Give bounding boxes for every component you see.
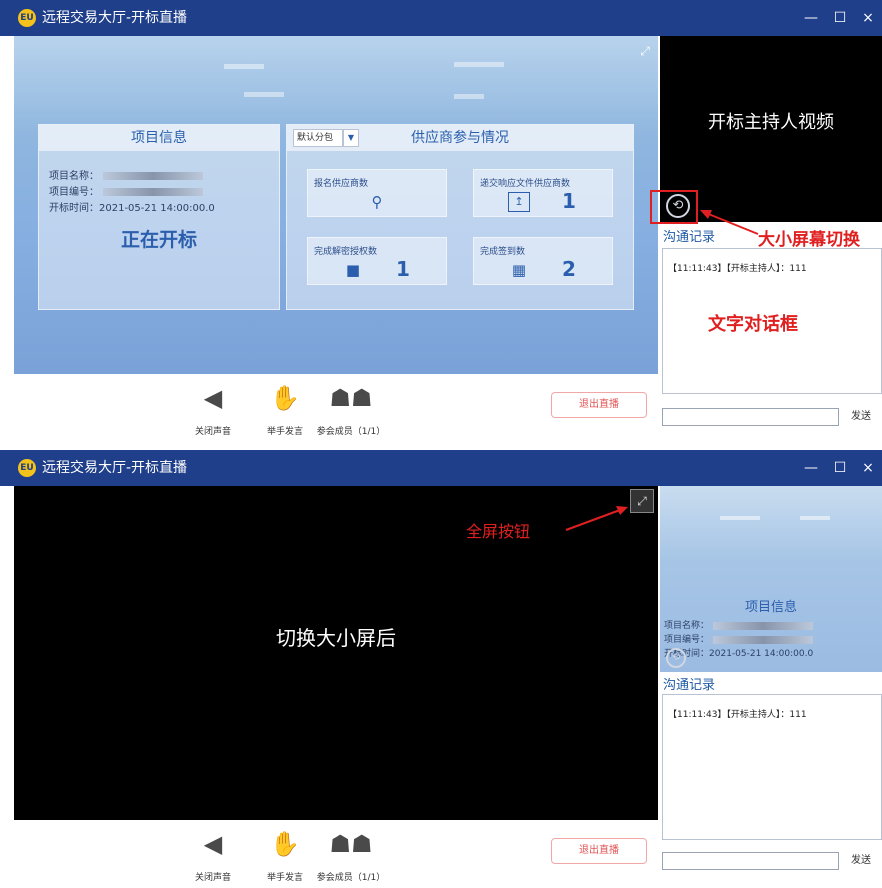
annotation-switch-label: 大小屏幕切换 <box>758 230 860 250</box>
live-window-swapped: EU 远程交易大厅-开标直播 — ☐ × 切换大小屏后 ⤢ ◀ 关闭声音 ✋ 举… <box>0 450 882 888</box>
annotation-fullscreen-label: 全屏按钮 <box>466 522 531 541</box>
live-window-normal: EU 远程交易大厅-开标直播 — ☐ × ⤢ 项目信息 项目名称： 项目编号： … <box>0 0 882 445</box>
annotation-arrow <box>565 506 628 531</box>
annotation-arrow <box>700 210 759 235</box>
annotation-chat-label: 文字对话框 <box>708 314 798 335</box>
